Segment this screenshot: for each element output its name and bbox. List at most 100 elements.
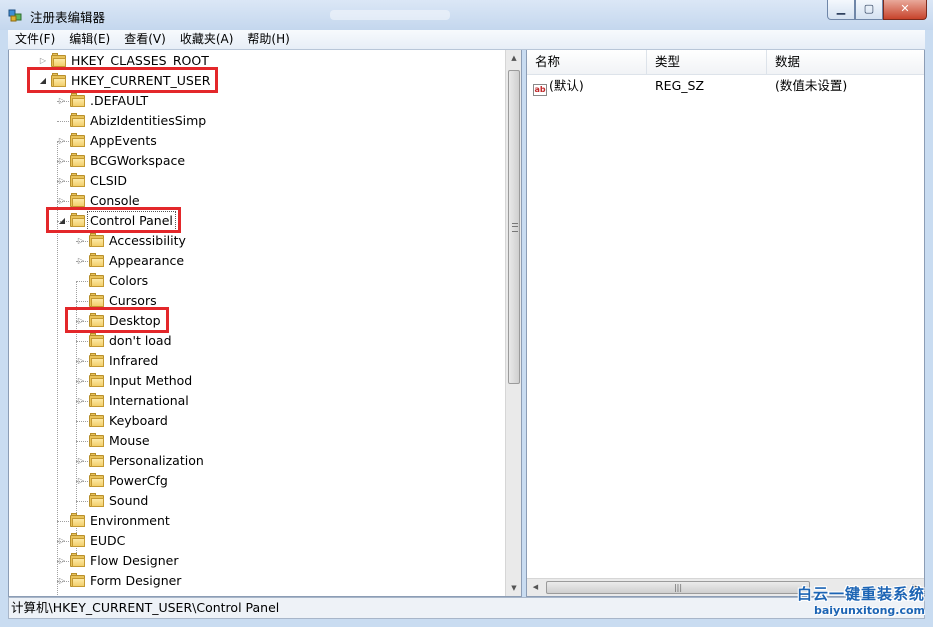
tree-item-hkey-current-user[interactable]: ◢ HKEY_CURRENT_USER: [9, 71, 503, 91]
tree-item-cursors[interactable]: Cursors: [9, 291, 503, 311]
folder-icon: [70, 173, 85, 187]
tree-item-label: Personalization: [109, 453, 204, 468]
tree-item-form-designer[interactable]: ▷ Form Designer: [9, 571, 503, 591]
menu-file[interactable]: 文件(F): [8, 30, 62, 49]
close-button[interactable]: ✕: [883, 0, 927, 20]
tree-item-label: Flow Designer: [90, 553, 179, 568]
tree-item-don-t-load[interactable]: don't load: [9, 331, 503, 351]
scroll-thumb[interactable]: [508, 70, 520, 384]
tree-item-bcgworkspace[interactable]: ▷ BCGWorkspace: [9, 151, 503, 171]
collapsed-arrow-icon[interactable]: ▷: [77, 257, 85, 265]
column-header-name[interactable]: 名称: [527, 50, 647, 74]
tree-item-abizidentitiessimp[interactable]: AbizIdentitiesSimp: [9, 111, 503, 131]
tree-item-label: Form Designer: [90, 573, 182, 588]
collapsed-arrow-icon[interactable]: ▷: [58, 537, 66, 545]
collapsed-arrow-icon[interactable]: ▷: [39, 57, 47, 65]
expanded-arrow-icon[interactable]: ◢: [39, 77, 47, 85]
column-header-type[interactable]: 类型: [647, 50, 767, 74]
expanded-arrow-icon[interactable]: ◢: [58, 217, 66, 225]
tree-item-colors[interactable]: Colors: [9, 271, 503, 291]
title-bar: 注册表编辑器 ▁ ▢ ✕: [0, 0, 933, 30]
status-bar: 计算机\HKEY_CURRENT_USER\Control Panel: [8, 597, 925, 619]
collapsed-arrow-icon[interactable]: ▷: [77, 317, 85, 325]
tree-item-control-panel[interactable]: ◢ Control Panel: [9, 211, 503, 231]
column-header-data[interactable]: 数据: [767, 50, 924, 74]
collapsed-arrow-icon[interactable]: ▷: [58, 557, 66, 565]
collapsed-arrow-icon[interactable]: ▷: [58, 577, 66, 585]
tree-item-label: Sound: [109, 493, 149, 508]
scroll-down-arrow-icon[interactable]: ▼: [506, 580, 521, 596]
grip-icon: [512, 223, 518, 232]
maximize-button[interactable]: ▢: [855, 0, 883, 20]
tree-item-flow-designer[interactable]: ▷ Flow Designer: [9, 551, 503, 571]
tree-item-label: EUDC: [90, 533, 126, 548]
window-title: 注册表编辑器: [30, 10, 106, 25]
tree-item-appearance[interactable]: ▷ Appearance: [9, 251, 503, 271]
tree-branch-line: [76, 441, 88, 442]
tree-item-infrared[interactable]: ▷ Infrared: [9, 351, 503, 371]
tree-item-hkey-classes-root[interactable]: ▷ HKEY_CLASSES_ROOT: [9, 51, 503, 71]
collapsed-arrow-icon[interactable]: ▷: [77, 457, 85, 465]
tree-item-label: CLSID: [90, 173, 127, 188]
tree-item-eudc[interactable]: ▷ EUDC: [9, 531, 503, 551]
hscroll-thumb[interactable]: |||: [546, 581, 810, 594]
folder-icon: [89, 253, 104, 267]
collapsed-arrow-icon[interactable]: ▷: [77, 397, 85, 405]
collapsed-arrow-icon[interactable]: ▷: [58, 157, 66, 165]
value-data: (数值未设置): [775, 78, 848, 93]
collapsed-arrow-icon[interactable]: ▷: [77, 237, 85, 245]
tree-item-appevents[interactable]: ▷ AppEvents: [9, 131, 503, 151]
tree-item-console[interactable]: ▷ Console: [9, 191, 503, 211]
tree-branch-line: [57, 121, 69, 122]
scroll-left-arrow-icon[interactable]: ◀: [527, 579, 544, 596]
menu-favorites[interactable]: 收藏夹(A): [173, 30, 241, 49]
menu-bar: 文件(F) 编辑(E) 查看(V) 收藏夹(A) 帮助(H): [8, 30, 925, 50]
collapsed-arrow-icon[interactable]: ▷: [58, 97, 66, 105]
watermark-title: 白云一键重装系统: [796, 585, 925, 603]
watermark-url: baiyunxitong.com: [813, 604, 925, 617]
collapsed-arrow-icon[interactable]: ▷: [58, 137, 66, 145]
tree-item-powercfg[interactable]: ▷ PowerCfg: [9, 471, 503, 491]
registry-values-pane: 名称 类型 数据 ab (默认) REG_SZ (数值未设置) ◀ ||| ▶: [526, 50, 925, 597]
tree-item-environment[interactable]: Environment: [9, 511, 503, 531]
folder-icon: [89, 393, 104, 407]
tree-item-label: AppEvents: [90, 133, 157, 148]
folder-icon: [70, 133, 85, 147]
minimize-button[interactable]: ▁: [827, 0, 855, 20]
watermark: 白云一键重装系统 baiyunxitong.com: [797, 583, 925, 617]
regedit-app-icon: [8, 9, 22, 22]
tree-item-label: PowerCfg: [109, 473, 168, 488]
folder-icon: [70, 113, 85, 127]
tree-item-keyboard[interactable]: Keyboard: [9, 411, 503, 431]
folder-icon: [70, 513, 85, 527]
title-bar-ghost: [330, 10, 450, 20]
tree-item-desktop[interactable]: ▷ Desktop: [9, 311, 503, 331]
value-row[interactable]: ab (默认) REG_SZ (数值未设置): [527, 76, 924, 96]
menu-edit[interactable]: 编辑(E): [62, 30, 117, 49]
collapsed-arrow-icon[interactable]: ▷: [77, 477, 85, 485]
folder-icon: [51, 73, 66, 87]
collapsed-arrow-icon[interactable]: ▷: [77, 377, 85, 385]
tree-vertical-scrollbar[interactable]: ▲ ▼: [505, 50, 521, 596]
collapsed-arrow-icon[interactable]: ▷: [58, 197, 66, 205]
tree-item-label: Colors: [109, 273, 149, 288]
folder-icon: [70, 153, 85, 167]
menu-view[interactable]: 查看(V): [117, 30, 173, 49]
tree-item-personalization[interactable]: ▷ Personalization: [9, 451, 503, 471]
menu-help[interactable]: 帮助(H): [240, 30, 296, 49]
folder-icon: [89, 453, 104, 467]
scroll-up-arrow-icon[interactable]: ▲: [506, 50, 521, 66]
collapsed-arrow-icon[interactable]: ▷: [58, 177, 66, 185]
tree-item-clsid[interactable]: ▷ CLSID: [9, 171, 503, 191]
tree-item-input-method[interactable]: ▷ Input Method: [9, 371, 503, 391]
collapsed-arrow-icon[interactable]: ▷: [77, 357, 85, 365]
folder-icon: [51, 53, 66, 67]
tree-item-international[interactable]: ▷ International: [9, 391, 503, 411]
tree-branch-line: [76, 281, 88, 282]
tree-item-accessibility[interactable]: ▷ Accessibility: [9, 231, 503, 251]
tree-item-default[interactable]: ▷ .DEFAULT: [9, 91, 503, 111]
tree-item-mouse[interactable]: Mouse: [9, 431, 503, 451]
folder-icon: [70, 553, 85, 567]
folder-icon: [70, 213, 85, 227]
tree-item-sound[interactable]: Sound: [9, 491, 503, 511]
